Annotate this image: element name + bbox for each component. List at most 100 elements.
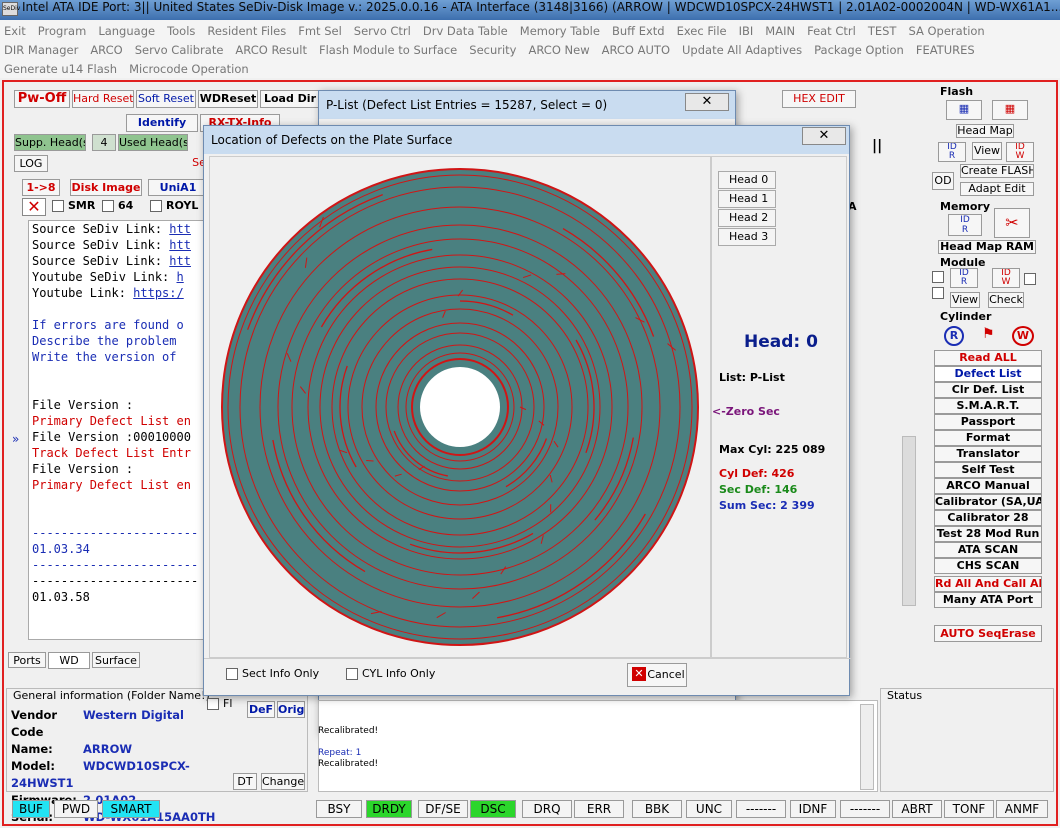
menu-item[interactable]: Servo Calibrate: [135, 41, 224, 60]
right-action-button[interactable]: Test 28 Mod Run: [934, 526, 1042, 542]
menu-item[interactable]: SA Operation: [908, 22, 984, 41]
close-icon[interactable]: ✕: [22, 198, 46, 216]
menu-item[interactable]: IBI: [739, 22, 754, 41]
memory-tools-icon[interactable]: ✂: [994, 208, 1030, 238]
create-flash-button[interactable]: Create FLASH: [960, 164, 1034, 178]
menu-item[interactable]: Flash Module to Surface: [319, 41, 457, 60]
log-link[interactable]: htt: [169, 254, 191, 268]
tab-ports[interactable]: Ports: [8, 652, 46, 668]
right-action-button[interactable]: S.M.A.R.T.: [934, 398, 1042, 414]
menu-item[interactable]: Resident Files: [207, 22, 286, 41]
menu-item[interactable]: Generate u14 Flash: [4, 60, 117, 79]
right-action-button[interactable]: CHS SCAN: [934, 558, 1042, 574]
menu-item[interactable]: ARCO Result: [235, 41, 307, 60]
menu-item[interactable]: ARCO AUTO: [602, 41, 670, 60]
cylinder-write-icon[interactable]: W: [1012, 326, 1034, 346]
menu-item[interactable]: Feat Ctrl: [807, 22, 856, 41]
auto-seqerase-button[interactable]: AUTO SeqErase: [934, 625, 1042, 642]
wd-reset-button[interactable]: WDReset: [198, 90, 258, 108]
module-checkbox-1[interactable]: [932, 270, 948, 283]
change-button[interactable]: Change: [261, 773, 305, 790]
head-1-button[interactable]: Head 1: [718, 190, 776, 208]
id-write-icon[interactable]: ID W: [1006, 142, 1034, 162]
right-action-button[interactable]: Clr Def. List: [934, 382, 1042, 398]
plist-log-scrollbar[interactable]: [860, 704, 874, 790]
disk-image-button[interactable]: Disk Image: [70, 179, 142, 196]
menu-item[interactable]: Security: [469, 41, 516, 60]
right-action-button[interactable]: Calibrator (SA,UA): [934, 494, 1042, 510]
right-action-button[interactable]: Passport: [934, 414, 1042, 430]
menu-item[interactable]: Package Option: [814, 41, 904, 60]
flash-view-button[interactable]: View: [972, 142, 1002, 160]
menu-item[interactable]: ARCO: [90, 41, 122, 60]
right-action-button[interactable]: Translator: [934, 446, 1042, 462]
cancel-button[interactable]: ✕ Cancel: [627, 663, 687, 687]
cyl-info-only-checkbox[interactable]: CYL Info Only: [346, 667, 435, 680]
sect-info-only-checkbox[interactable]: Sect Info Only: [226, 667, 319, 680]
log-link[interactable]: htt: [169, 238, 191, 252]
menu-item[interactable]: MAIN: [765, 22, 795, 41]
head-3-button[interactable]: Head 3: [718, 228, 776, 246]
menu-item[interactable]: Drv Data Table: [423, 22, 508, 41]
right-action-button[interactable]: Self Test: [934, 462, 1042, 478]
module-write-icon[interactable]: ID W: [992, 268, 1020, 288]
log-scrollbar[interactable]: [902, 436, 916, 606]
flash-read-icon[interactable]: ▦: [946, 100, 982, 120]
smr-checkbox[interactable]: SMR: [52, 199, 95, 212]
plist-close-icon[interactable]: ✕: [685, 93, 729, 111]
head-2-button[interactable]: Head 2: [718, 209, 776, 227]
menu-item[interactable]: Exit: [4, 22, 26, 41]
cylinder-read-icon[interactable]: R: [944, 326, 964, 346]
menu-item[interactable]: Buff Extd: [612, 22, 665, 41]
cylinder-lock-icon[interactable]: ⚑: [982, 326, 995, 342]
right-action-button[interactable]: ARCO Manual: [934, 478, 1042, 494]
pw-off-button[interactable]: Pw-Off: [14, 90, 70, 108]
module-read-icon[interactable]: ID R: [950, 268, 978, 288]
def-button[interactable]: DeF: [247, 701, 275, 718]
menu-item[interactable]: Servo Ctrl: [354, 22, 411, 41]
expand-log-icon[interactable]: »: [12, 432, 19, 446]
menu-item[interactable]: Program: [38, 22, 87, 41]
right-action-button[interactable]: Rd All And Call All: [934, 576, 1042, 592]
identify-button[interactable]: Identify: [126, 114, 198, 132]
head-map-ram-button[interactable]: Head Map RAM: [938, 240, 1036, 254]
tab-surface[interactable]: Surface: [92, 652, 140, 668]
od-button[interactable]: OD: [932, 172, 954, 190]
memory-read-icon[interactable]: ID R: [948, 214, 982, 236]
module-check-button[interactable]: Check: [988, 292, 1024, 308]
adapt-edit-button[interactable]: Adapt Edit: [960, 182, 1034, 196]
menu-item[interactable]: TEST: [868, 22, 897, 41]
menu-item[interactable]: Update All Adaptives: [682, 41, 802, 60]
menu-item[interactable]: Memory Table: [520, 22, 600, 41]
royl-checkbox[interactable]: ROYL: [150, 199, 198, 212]
menu-item[interactable]: FEATURES: [916, 41, 975, 60]
fl-checkbox[interactable]: Fl: [207, 697, 232, 710]
unia-button[interactable]: UniA1: [148, 179, 208, 196]
right-action-button[interactable]: Format: [934, 430, 1042, 446]
flash-write-icon[interactable]: ▦: [992, 100, 1028, 120]
right-action-button[interactable]: Calibrator 28: [934, 510, 1042, 526]
hard-reset-button[interactable]: Hard Reset: [72, 90, 134, 108]
tab-wd[interactable]: WD: [48, 652, 90, 669]
log-link[interactable]: htt: [169, 222, 191, 236]
hex-edit-button[interactable]: HEX EDIT: [782, 90, 856, 108]
menu-item[interactable]: ARCO New: [529, 41, 590, 60]
log-link[interactable]: h: [177, 270, 184, 284]
dt-button[interactable]: DT: [233, 773, 257, 790]
one-to-eight-button[interactable]: 1->8: [22, 179, 60, 196]
menu-item[interactable]: Tools: [167, 22, 195, 41]
id-read-icon[interactable]: ID R: [938, 142, 966, 162]
head-0-button[interactable]: Head 0: [718, 171, 776, 189]
right-action-button[interactable]: Many ATA Port: [934, 592, 1042, 608]
right-action-button[interactable]: Read ALL: [934, 350, 1042, 366]
load-dir-button[interactable]: Load Dir: [260, 90, 320, 108]
module-checkbox-3[interactable]: [1024, 272, 1040, 285]
b64-checkbox[interactable]: 64: [102, 199, 133, 212]
right-action-button[interactable]: ATA SCAN: [934, 542, 1042, 558]
module-checkbox-2[interactable]: [932, 286, 948, 299]
module-view-button[interactable]: View: [950, 292, 980, 308]
orig-button[interactable]: Orig: [277, 701, 305, 718]
menu-item[interactable]: Fmt Sel: [298, 22, 342, 41]
tab-log[interactable]: LOG: [14, 155, 48, 172]
menu-item[interactable]: Exec File: [677, 22, 727, 41]
